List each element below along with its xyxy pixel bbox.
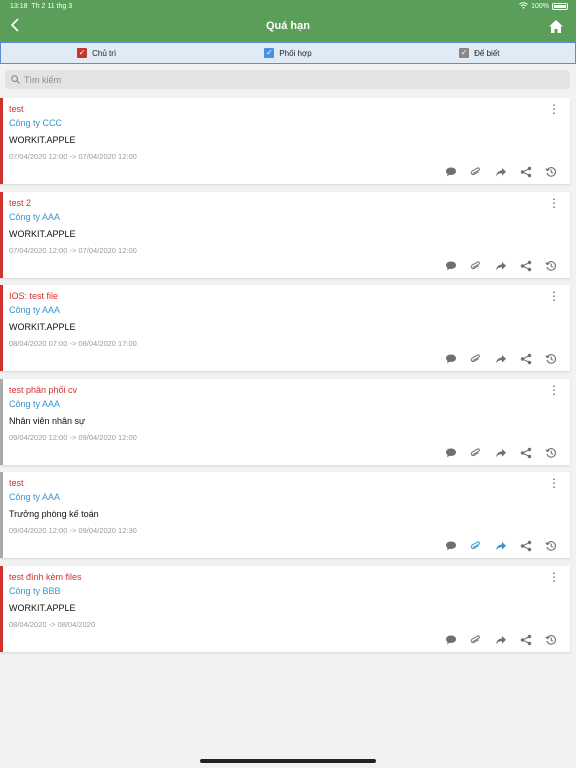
home-indicator[interactable] [200, 759, 376, 763]
forward-icon[interactable] [494, 353, 508, 367]
history-icon[interactable] [544, 634, 558, 648]
battery-percent: 100% [531, 3, 549, 10]
filter-label: Chủ trì [92, 48, 117, 58]
task-name: test [9, 104, 24, 114]
home-icon [549, 20, 563, 33]
search-input[interactable]: Tìm kiếm [5, 70, 570, 89]
task-company: Công ty CCC [9, 118, 63, 128]
more-options-icon[interactable]: ⋮ [548, 290, 560, 302]
share-icon[interactable] [519, 634, 533, 648]
task-name: test phân phối cv [9, 384, 78, 395]
forward-icon[interactable] [494, 447, 508, 461]
page-title: Quá hạn [265, 20, 310, 32]
task-card[interactable]: test đính kèm files Công ty BBB WORKIT.APP… [0, 565, 570, 652]
task-name: test [9, 478, 24, 488]
task-owner: Nhân viên nhân sự [9, 415, 86, 426]
filter-phoi-hop[interactable]: ✓ Phối hợp [192, 43, 383, 63]
task-company: Công ty BBB [9, 585, 61, 596]
task-card[interactable]: IOS: test file Công ty AAA WORKIT.APPLE 08/… [0, 285, 570, 371]
task-dates: 08/04/2020 -> 08/04/2020 [9, 619, 96, 629]
task-actions [444, 540, 558, 554]
share-icon[interactable] [519, 166, 533, 180]
task-card[interactable]: test phân phối cv Công ty AAA Nhân viên nh… [0, 378, 570, 465]
task-dates: 07/04/2020 12:00 -> 07/04/2020 12:00 [9, 245, 137, 255]
comment-icon[interactable] [444, 540, 458, 554]
comment-icon[interactable] [444, 447, 458, 461]
forward-icon[interactable] [494, 166, 508, 180]
history-icon[interactable] [544, 540, 558, 554]
share-icon[interactable] [519, 540, 533, 554]
forward-icon[interactable] [494, 634, 508, 648]
task-actions [444, 166, 558, 180]
filter-de-biet[interactable]: ✓ Để biết [384, 43, 575, 63]
task-name: test đính kèm files [9, 571, 82, 582]
history-icon[interactable] [544, 447, 558, 461]
history-icon[interactable] [544, 260, 558, 274]
checkbox-checked-icon: ✓ [264, 48, 275, 58]
comment-icon[interactable] [444, 353, 458, 367]
task-actions [444, 260, 558, 274]
more-options-icon[interactable]: ⋮ [548, 571, 560, 583]
status-time: 13:18 Th 2 11 thg 3 [10, 3, 73, 10]
task-company: Công ty AAA [9, 211, 61, 222]
more-options-icon[interactable]: ⋮ [548, 197, 560, 209]
search-placeholder: Tìm kiếm [24, 74, 61, 85]
top-bar: 13:18 Th 2 11 thg 3 100% Quá hạn [0, 0, 576, 42]
comment-icon[interactable] [444, 260, 458, 274]
task-owner: Trưởng phòng kế toán [9, 509, 99, 519]
task-dates: 07/04/2020 12:00 -> 07/04/2020 12:00 [9, 152, 137, 161]
task-company: Công ty AAA [9, 398, 61, 409]
checkbox-checked-icon: ✓ [459, 48, 470, 58]
search-icon [11, 75, 20, 84]
task-name: test 2 [9, 197, 32, 208]
share-icon[interactable] [519, 447, 533, 461]
filter-chu-tri[interactable]: ✓ Chủ trì [1, 43, 192, 63]
task-dates: 08/04/2020 07:00 -> 08/04/2020 17:00 [9, 339, 137, 348]
status-right: 100% [519, 2, 568, 11]
filter-bar: ✓ Chủ trì ✓ Phối hợp ✓ Để biết [0, 42, 576, 64]
battery-icon [552, 3, 568, 10]
attachment-icon[interactable] [469, 540, 483, 554]
task-dates: 09/04/2020 12:00 -> 09/04/2020 12:00 [9, 432, 137, 442]
more-options-icon[interactable]: ⋮ [548, 477, 560, 489]
attachment-icon[interactable] [469, 353, 483, 367]
task-company: Công ty AAA [9, 492, 61, 502]
task-owner: WORKIT.APPLE [9, 135, 76, 145]
wifi-icon [519, 2, 528, 11]
task-name: IOS: test file [9, 291, 59, 301]
attachment-icon[interactable] [469, 166, 483, 180]
task-dates: 09/04/2020 12:00 -> 09/04/2020 12:30 [9, 526, 137, 535]
task-company: Công ty AAA [9, 305, 61, 315]
home-button[interactable] [548, 19, 564, 35]
task-actions [444, 447, 558, 461]
attachment-icon[interactable] [469, 447, 483, 461]
checkbox-checked-icon: ✓ [77, 48, 88, 58]
history-icon[interactable] [544, 166, 558, 180]
forward-icon[interactable] [494, 260, 508, 274]
task-owner: WORKIT.APPLE [9, 228, 76, 239]
more-options-icon[interactable]: ⋮ [548, 384, 560, 396]
filter-label: Để biết [474, 48, 500, 58]
task-actions [444, 634, 558, 648]
task-owner: WORKIT.APPLE [9, 322, 76, 332]
share-icon[interactable] [519, 353, 533, 367]
attachment-icon[interactable] [469, 634, 483, 648]
share-icon[interactable] [519, 260, 533, 274]
task-card[interactable]: test 2 Công ty AAA WORKIT.APPLE 07/04/2020 … [0, 191, 570, 278]
task-card[interactable]: test Công ty AAA Trưởng phòng kế toán 09/04… [0, 472, 570, 558]
task-owner: WORKIT.APPLE [9, 602, 76, 613]
task-actions [444, 353, 558, 367]
comment-icon[interactable] [444, 166, 458, 180]
attachment-icon[interactable] [469, 260, 483, 274]
status-bar: 13:18 Th 2 11 thg 3 100% [0, 0, 576, 14]
filter-label: Phối hợp [279, 48, 312, 58]
forward-icon[interactable] [494, 540, 508, 554]
more-options-icon[interactable]: ⋮ [548, 103, 560, 115]
task-card[interactable]: test Công ty CCC WORKIT.APPLE 07/04/2020 12… [0, 98, 570, 184]
history-icon[interactable] [544, 353, 558, 367]
comment-icon[interactable] [444, 634, 458, 648]
